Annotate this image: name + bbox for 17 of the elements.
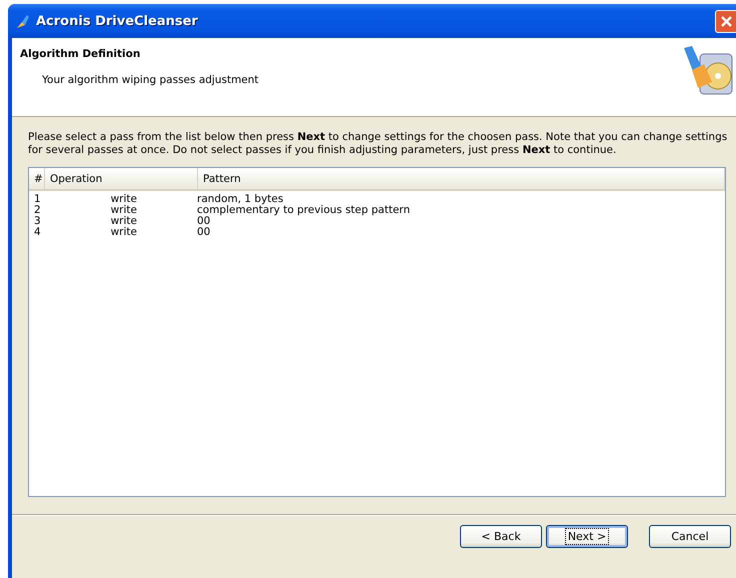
window-title: Acronis DriveCleanser: [36, 14, 198, 28]
list-row[interactable]: 2 write complementary to previous step pattern: [29, 205, 725, 216]
next-button[interactable]: Next >: [546, 525, 628, 548]
back-button[interactable]: < Back: [460, 525, 542, 548]
close-button[interactable]: [715, 10, 736, 32]
cancel-button[interactable]: Cancel: [649, 525, 731, 548]
instructions-text: Please select a pass from the list below then press Next to change settings for the choosen pass. Note that you can change settings for several passes at once. Do not select passes if you finish adjusting parameters, just press Next to continue.: [28, 131, 728, 157]
column-header[interactable]: #: [29, 168, 45, 189]
list-row[interactable]: 3 write 00: [29, 216, 725, 227]
close-icon: [720, 14, 733, 28]
list-row[interactable]: 1 write random, 1 bytes: [29, 194, 725, 205]
page-title: Algorithm Definition: [20, 48, 142, 60]
column-header[interactable]: Pattern: [198, 168, 725, 189]
column-header[interactable]: Operation: [45, 168, 198, 189]
brush-icon: [14, 13, 30, 29]
page-subtitle: Your algorithm wiping passes adjustment: [42, 74, 260, 86]
list-row[interactable]: 4 write 00: [29, 227, 725, 238]
